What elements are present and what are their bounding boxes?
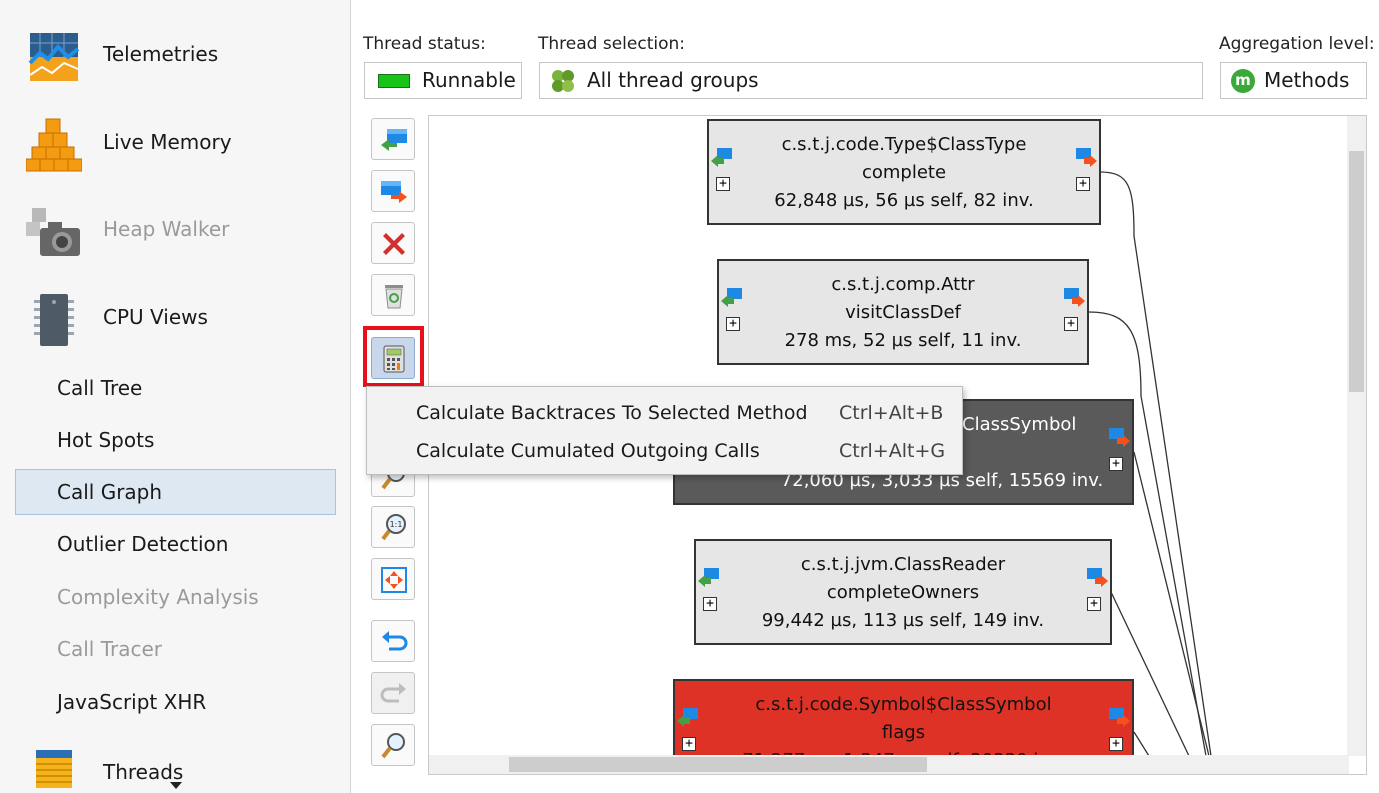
expand-plus-icon[interactable]: + [703,597,717,611]
node-method: complete [861,162,947,183]
expand-callees-icon[interactable] [1108,427,1130,447]
node-method [962,439,1132,467]
remove-unconnected-button[interactable] [371,274,415,316]
telemetries-icon [26,29,84,85]
expand-plus-icon[interactable]: + [716,177,730,191]
expand-callers-icon[interactable] [698,567,720,587]
node-class: ClassSymbol [962,414,1077,435]
cpu-views-icon [26,292,84,348]
live-memory-icon [25,117,84,173]
zoom-100-icon: 1:1 [381,514,406,541]
status-color-swatch [378,74,410,88]
zoom-100-button[interactable]: 1:1 [371,506,415,548]
thread-selection-value: All thread groups [587,68,759,92]
show-callees-button[interactable] [371,170,415,212]
sidebar-item-hot-spots[interactable]: Hot Spots [15,417,336,463]
node-method: flags [881,722,926,743]
thread-groups-icon [550,68,576,98]
sidebar-section-live-memory[interactable]: Live Memory [0,112,350,173]
expand-callers-icon[interactable] [677,707,699,727]
calculate-popup-menu: Calculate Backtraces To Selected Method … [366,386,963,475]
heap-walker-icon [26,204,84,260]
vertical-scroll-thumb[interactable] [1349,151,1364,392]
expand-callees-icon[interactable] [1075,147,1097,167]
redo-button[interactable] [371,672,415,714]
menu-item-label: Calculate Cumulated Outgoing Calls [416,440,760,462]
expand-callees-icon[interactable] [1063,287,1085,307]
expand-callees-icon[interactable] [1086,567,1108,587]
expand-callers-icon[interactable] [711,147,733,167]
expand-plus-icon[interactable]: + [726,317,740,331]
sidebar-section-cpu-views[interactable]: CPU Views [0,287,350,348]
thread-status-selector[interactable]: Runnable [364,62,522,99]
node-method: completeOwners [826,582,980,603]
sidebar-item-call-tracer[interactable]: Call Tracer [15,626,336,672]
highlight-frame [363,326,424,387]
expand-plus-icon[interactable]: + [1109,457,1123,471]
node-class: c.s.t.j.code.Symbol$ClassSymbol [755,694,1052,715]
aggregation-level-selector[interactable]: m Methods [1220,62,1367,99]
node-class: c.s.t.j.code.Type$ClassType [781,134,1027,155]
svg-text:1:1: 1:1 [390,520,403,529]
sidebar-section-label: Live Memory [103,130,232,154]
expand-plus-icon[interactable]: + [1087,597,1101,611]
node-stats: 278 ms, 52 µs self, 11 inv. [784,330,1022,351]
sidebar-section-label: Telemetries [103,42,219,66]
redo-icon [380,683,406,703]
horizontal-scroll-thumb[interactable] [509,757,927,772]
delete-icon [383,233,405,255]
show-callees-icon [381,181,407,203]
methods-badge-icon: m [1231,69,1255,93]
sidebar-item-javascript-xhr[interactable]: JavaScript XHR [15,679,336,725]
trash-icon [385,285,403,309]
fit-content-button[interactable] [371,558,415,600]
aggregation-level-value: Methods [1264,68,1350,92]
thread-status-label: Thread status: [363,34,486,54]
expand-callers-icon[interactable] [721,287,743,307]
graph-node[interactable]: c.s.t.j.comp.Attr visitClassDef 278 ms, … [717,259,1089,365]
aggregation-level-label: Aggregation level: [1219,34,1375,54]
graph-node[interactable]: c.s.t.j.code.Type$ClassType complete 62,… [707,119,1101,225]
horizontal-scrollbar[interactable] [429,755,1349,774]
fit-content-icon [381,567,407,593]
sidebar: Telemetries Live Memory Heap Walker CPU … [0,0,351,793]
remove-node-button[interactable] [371,222,415,264]
expand-plus-icon[interactable]: + [682,737,696,751]
node-stats: 62,848 µs, 56 µs self, 82 inv. [774,190,1034,211]
node-stats: 99,442 µs, 113 µs self, 149 inv. [761,610,1045,631]
vertical-scrollbar[interactable] [1347,116,1366,756]
threads-icon [26,746,84,793]
sidebar-section-heap-walker[interactable]: Heap Walker [0,199,350,260]
sidebar-item-call-tree[interactable]: Call Tree [15,365,336,411]
undo-icon [382,631,408,651]
undo-button[interactable] [371,620,415,662]
sidebar-section-label: CPU Views [103,305,208,329]
node-method: visitClassDef [845,302,961,323]
node-class: c.s.t.j.jvm.ClassReader [800,554,1006,575]
find-button[interactable] [371,724,415,766]
sidebar-item-outlier-detection[interactable]: Outlier Detection [15,521,336,567]
show-callers-button[interactable] [371,118,415,160]
expand-plus-icon[interactable]: + [1076,177,1090,191]
sidebar-section-label: Heap Walker [103,217,230,241]
expand-plus-icon[interactable]: + [1064,317,1078,331]
node-class: c.s.t.j.comp.Attr [831,274,975,295]
menu-item-shortcut: Ctrl+Alt+G [839,440,946,462]
sidebar-section-telemetries[interactable]: Telemetries [0,24,350,85]
menu-item-shortcut: Ctrl+Alt+B [839,402,944,424]
expand-callees-icon[interactable] [1108,707,1130,727]
menu-item-label: Calculate Backtraces To Selected Method [416,402,808,424]
graph-node[interactable]: c.s.t.j.jvm.ClassReader completeOwners 9… [694,539,1112,645]
menu-item-calculate-backtraces[interactable]: Calculate Backtraces To Selected Method … [367,394,962,432]
thread-selection-selector[interactable]: All thread groups [539,62,1203,99]
thread-status-value: Runnable [422,68,516,92]
thread-selection-label: Thread selection: [538,34,685,54]
expand-plus-icon[interactable]: + [1109,737,1123,751]
sidebar-item-complexity-analysis[interactable]: Complexity Analysis [15,574,336,620]
sidebar-item-call-graph[interactable]: Call Graph [15,469,336,515]
scroll-down-arrow-icon[interactable] [170,782,182,789]
search-icon [381,733,405,759]
show-callers-icon [381,129,407,151]
menu-item-calculate-cumulated-outgoing[interactable]: Calculate Cumulated Outgoing Calls Ctrl+… [367,432,962,470]
